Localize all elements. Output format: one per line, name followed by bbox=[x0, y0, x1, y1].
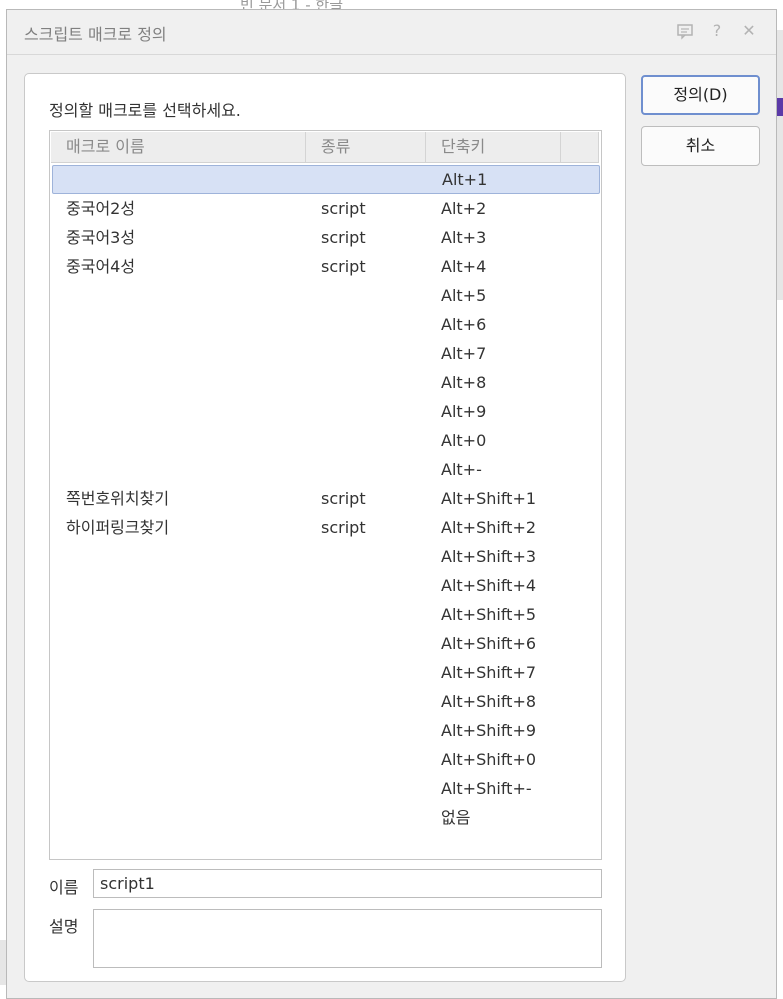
table-row[interactable]: Alt+Shift+8 bbox=[52, 687, 600, 716]
instruction-text: 정의할 매크로를 선택하세요. bbox=[49, 101, 241, 120]
shortcut-cell: Alt+7 bbox=[441, 344, 487, 363]
shortcut-cell: Alt+Shift+3 bbox=[441, 547, 537, 566]
table-row[interactable]: Alt+8 bbox=[52, 368, 600, 397]
table-row[interactable]: Alt+Shift+3 bbox=[52, 542, 600, 571]
table-row[interactable]: 없음 bbox=[52, 803, 600, 832]
macro-type-cell: script bbox=[321, 199, 366, 218]
table-row[interactable]: Alt+Shift+5 bbox=[52, 600, 600, 629]
shortcut-cell: 없음 bbox=[441, 808, 471, 827]
macro-name-cell: 하이퍼링크찾기 bbox=[66, 518, 170, 537]
table-row[interactable]: Alt+Shift+4 bbox=[52, 571, 600, 600]
table-row[interactable]: Alt+Shift+0 bbox=[52, 745, 600, 774]
shortcut-cell: Alt+Shift+8 bbox=[441, 692, 537, 711]
cancel-button[interactable]: 취소 bbox=[641, 126, 760, 166]
shortcut-cell: Alt+4 bbox=[441, 257, 487, 276]
table-row[interactable]: Alt+5 bbox=[52, 281, 600, 310]
shortcut-cell: Alt+Shift+2 bbox=[441, 518, 537, 537]
description-field[interactable] bbox=[93, 909, 602, 968]
dialog-title: 스크립트 매크로 정의 bbox=[24, 25, 167, 44]
column-header-shortcut[interactable]: 단축키 bbox=[426, 132, 561, 162]
table-row[interactable]: Alt+7 bbox=[52, 339, 600, 368]
macro-name-cell: 쪽번호위치찾기 bbox=[66, 489, 170, 508]
help-icon[interactable]: ? bbox=[708, 22, 726, 40]
table-row[interactable]: 중국어4성 script Alt+4 bbox=[52, 252, 600, 281]
table-row[interactable]: Alt+1 bbox=[52, 165, 600, 194]
column-header-name[interactable]: 매크로 이름 bbox=[51, 132, 306, 162]
shortcut-cell: Alt+9 bbox=[441, 402, 487, 421]
shortcut-cell: Alt+Shift+5 bbox=[441, 605, 537, 624]
shortcut-cell: Alt+1 bbox=[442, 170, 488, 189]
shortcut-cell: Alt+Shift+6 bbox=[441, 634, 537, 653]
column-header-type[interactable]: 종류 bbox=[306, 132, 426, 162]
column-header-spacer bbox=[561, 132, 599, 162]
macro-type-cell: script bbox=[321, 518, 366, 537]
shortcut-cell: Alt+Shift+- bbox=[441, 779, 532, 798]
table-row[interactable]: Alt+Shift+- bbox=[52, 774, 600, 803]
shortcut-cell: Alt+2 bbox=[441, 199, 487, 218]
define-button[interactable]: 정의(D) bbox=[641, 75, 760, 115]
table-row[interactable]: Alt+Shift+7 bbox=[52, 658, 600, 687]
background-toolbar-strip bbox=[777, 30, 783, 300]
macro-name-cell: 중국어4성 bbox=[66, 257, 136, 276]
table-row[interactable]: Alt+6 bbox=[52, 310, 600, 339]
shortcut-cell: Alt+6 bbox=[441, 315, 487, 334]
table-row[interactable]: Alt+- bbox=[52, 455, 600, 484]
table-row[interactable]: Alt+9 bbox=[52, 397, 600, 426]
macro-rows: Alt+1 중국어2성 script Alt+2 중국어3성 script Alt+3 중국어… bbox=[52, 165, 600, 832]
table-row[interactable]: Alt+0 bbox=[52, 426, 600, 455]
macro-name-cell: 중국어2성 bbox=[66, 199, 136, 218]
dialog-titlebar: 스크립트 매크로 정의 ? ✕ bbox=[7, 10, 776, 55]
list-header: 매크로 이름 종류 단축키 bbox=[51, 132, 599, 163]
shortcut-cell: Alt+8 bbox=[441, 373, 487, 392]
shortcut-cell: Alt+Shift+9 bbox=[441, 721, 537, 740]
shortcut-cell: Alt+- bbox=[441, 460, 482, 479]
table-row[interactable]: 하이퍼링크찾기 script Alt+Shift+2 bbox=[52, 513, 600, 542]
macro-type-cell: script bbox=[321, 228, 366, 247]
description-label: 설명 bbox=[49, 917, 79, 936]
macro-panel: 정의할 매크로를 선택하세요. 매크로 이름 종류 단축키 Alt+1 중국어2성… bbox=[24, 73, 626, 982]
script-macro-dialog: 스크립트 매크로 정의 ? ✕ 정의할 매크로를 선택하세요. 매크로 이름 종… bbox=[6, 9, 777, 999]
table-row[interactable]: 쪽번호위치찾기 script Alt+Shift+1 bbox=[52, 484, 600, 513]
macro-name-cell: 중국어3성 bbox=[66, 228, 136, 247]
table-row[interactable]: Alt+Shift+6 bbox=[52, 629, 600, 658]
table-row[interactable]: 중국어2성 script Alt+2 bbox=[52, 194, 600, 223]
shortcut-cell: Alt+Shift+7 bbox=[441, 663, 537, 682]
macro-type-cell: script bbox=[321, 489, 366, 508]
comment-icon[interactable] bbox=[676, 22, 694, 40]
shortcut-cell: Alt+Shift+1 bbox=[441, 489, 537, 508]
name-label: 이름 bbox=[49, 878, 79, 897]
macro-type-cell: script bbox=[321, 257, 366, 276]
macro-list[interactable]: 매크로 이름 종류 단축키 Alt+1 중국어2성 script Alt+2 중국어3성… bbox=[49, 130, 602, 860]
shortcut-cell: Alt+0 bbox=[441, 431, 487, 450]
name-field[interactable] bbox=[93, 869, 602, 898]
shortcut-cell: Alt+5 bbox=[441, 286, 487, 305]
shortcut-cell: Alt+Shift+0 bbox=[441, 750, 537, 769]
shortcut-cell: Alt+3 bbox=[441, 228, 487, 247]
table-row[interactable]: Alt+Shift+9 bbox=[52, 716, 600, 745]
table-row[interactable]: 중국어3성 script Alt+3 bbox=[52, 223, 600, 252]
background-accent-mark bbox=[777, 98, 783, 116]
shortcut-cell: Alt+Shift+4 bbox=[441, 576, 537, 595]
close-icon[interactable]: ✕ bbox=[740, 22, 758, 40]
